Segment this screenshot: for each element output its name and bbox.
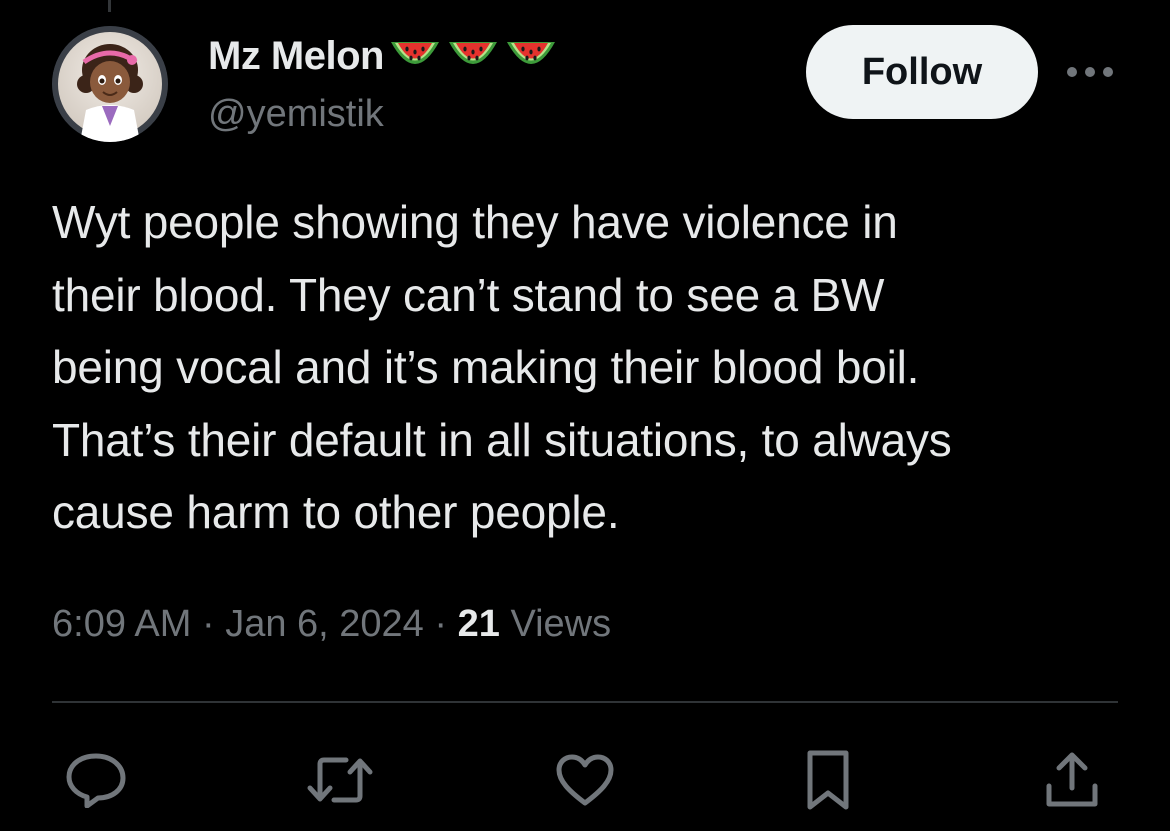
thread-connector-line [108,0,111,12]
user-handle[interactable]: @yemistik [208,90,384,138]
meta-separator: · [434,603,448,645]
avatar[interactable] [52,26,168,142]
bookmark-button[interactable] [788,740,868,820]
meta-separator: · [201,603,215,645]
watermelon-emoji [446,34,500,78]
display-name[interactable]: Mz Melon [208,32,384,80]
avatar-image [52,26,168,142]
retweet-button[interactable] [300,740,380,820]
views-label: Views [510,603,612,645]
more-options-button[interactable] [1062,54,1118,90]
follow-button[interactable]: Follow [806,25,1038,119]
share-icon [1046,752,1098,807]
like-button[interactable] [545,740,625,820]
tweet-date[interactable]: Jan 6, 2024 [225,603,424,645]
share-button[interactable] [1032,740,1112,820]
reply-button[interactable] [56,740,136,820]
tweet-time[interactable]: 6:09 AM [52,603,191,645]
divider [52,701,1118,703]
user-name-row[interactable]: Mz Melon [208,32,558,80]
reply-icon [66,753,126,808]
like-icon [556,754,614,806]
bookmark-icon [807,750,849,810]
tweet-meta: 6:09 AM · Jan 6, 2024 · 21 Views [52,598,611,650]
retweet-icon [307,757,373,803]
watermelon-emoji [504,34,558,78]
tweet-text: Wyt people showing they have violence in… [52,196,952,538]
more-horizontal-icon [1067,67,1113,77]
watermelon-emoji [388,34,442,78]
action-bar [0,740,1170,820]
views-count: 21 [457,603,500,645]
